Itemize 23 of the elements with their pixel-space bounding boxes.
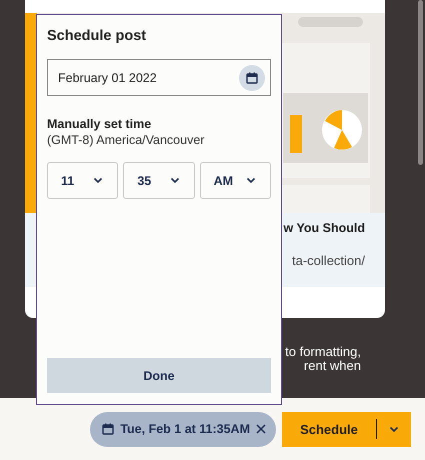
body-text: to formatting,: [285, 345, 361, 359]
chip-label: Tue, Feb 1 at 11:35AM: [120, 422, 250, 436]
time-select[interactable]: 11: [47, 162, 118, 199]
time-select[interactable]: 35: [123, 162, 195, 199]
chevron-icon: [93, 177, 104, 184]
chevron-icon: [246, 177, 256, 184]
scheduled-time-chip[interactable]: Tue, Feb 1 at 11:35AM: [90, 412, 276, 446]
close-icon[interactable]: [256, 424, 266, 434]
timezone-text: (GMT-8) America/Vancouver: [47, 133, 206, 147]
done-button[interactable]: Done: [47, 358, 271, 393]
link-url: ta-collection/: [292, 253, 365, 268]
calendar-icon: [246, 72, 258, 84]
calendar-icon: [102, 423, 114, 435]
link-title: w You Should: [284, 221, 365, 235]
time-select[interactable]: AM: [200, 162, 271, 199]
body-text: rent when: [304, 359, 361, 373]
chevron-icon: [170, 177, 180, 184]
popup-title: Schedule post: [47, 28, 148, 44]
schedule-button[interactable]: Schedule: [282, 419, 377, 439]
scrollbar[interactable]: [418, 0, 423, 165]
time-label: Manually set time: [47, 117, 152, 131]
date-field[interactable]: February 01 2022: [47, 59, 271, 96]
chevron-icon: [389, 426, 399, 432]
